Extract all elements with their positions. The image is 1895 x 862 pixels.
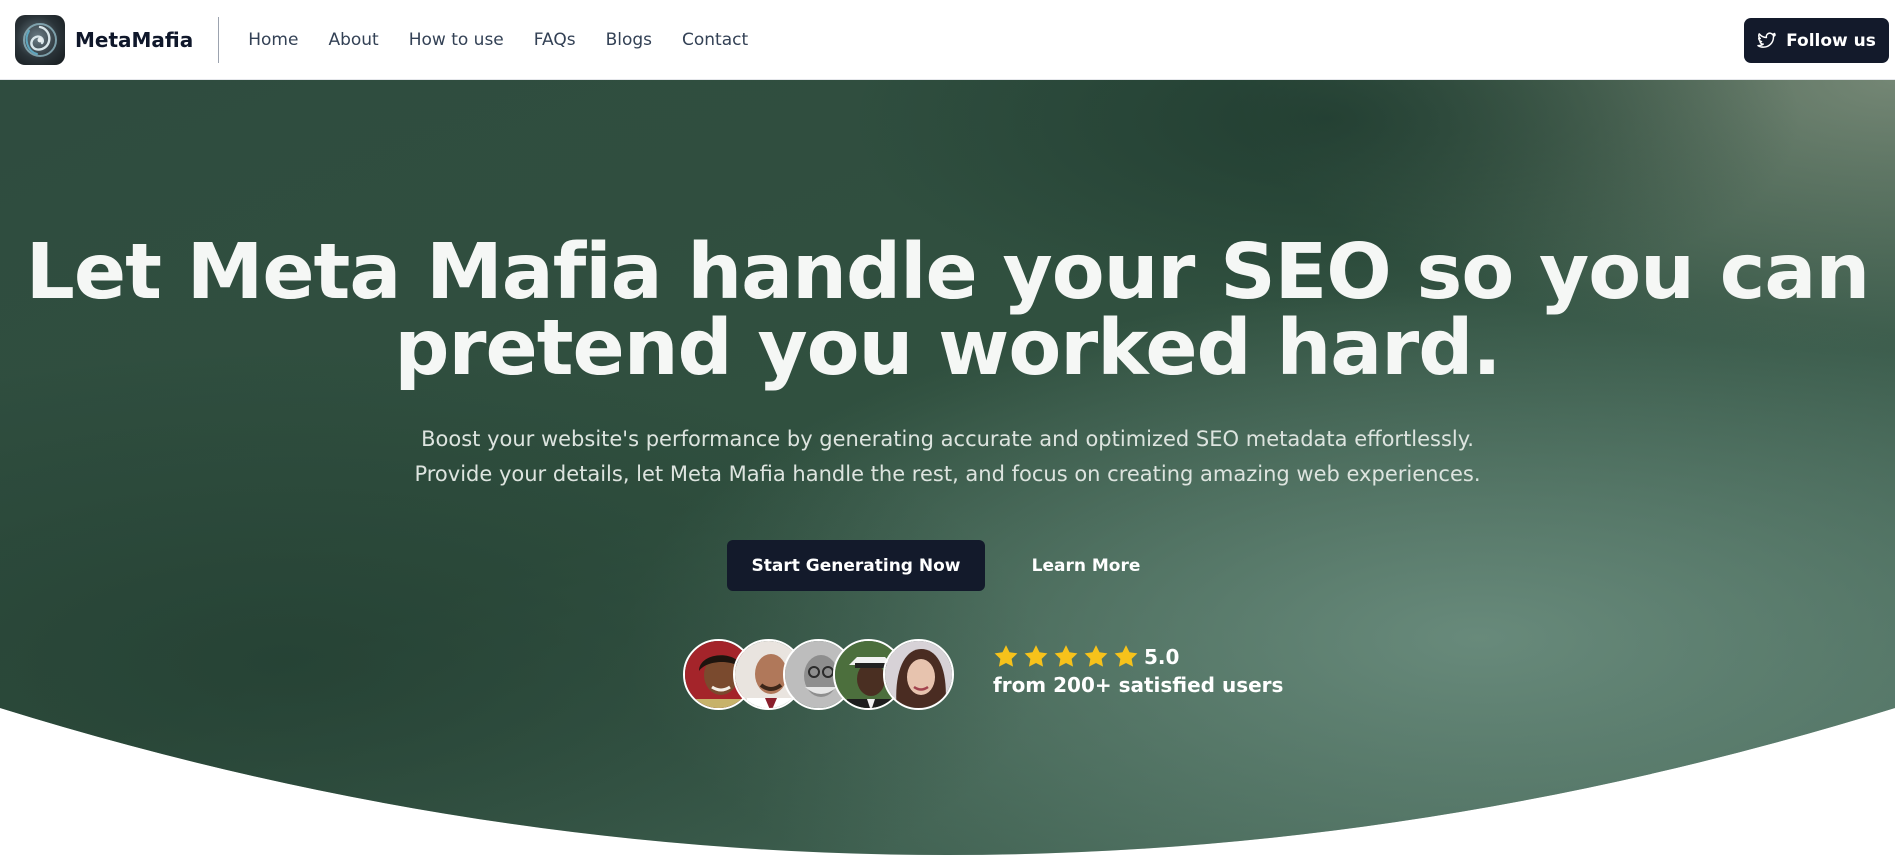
hero-subtitle-line-2: Provide your details, let Meta Mafia han… — [414, 462, 1481, 486]
star-icon — [1114, 645, 1138, 667]
star-icon — [1054, 645, 1078, 667]
nav-link-how-to-use[interactable]: How to use — [409, 30, 504, 50]
user-avatars — [683, 639, 955, 711]
star-icon — [994, 645, 1018, 667]
nav-link-faqs[interactable]: FAQs — [534, 30, 576, 50]
swirl-logo-icon — [15, 14, 65, 65]
star-icon — [1024, 645, 1048, 667]
rating-value: 5.0 — [1144, 644, 1180, 669]
nav-link-contact[interactable]: Contact — [682, 30, 748, 50]
rating-block: 5.0 from 200+ satisfied users — [993, 644, 1284, 698]
hero-title: Let Meta Mafia handle your SEO so you ca… — [25, 228, 1870, 393]
top-navbar: MetaMafia Home About How to use FAQs Blo… — [0, 0, 1895, 80]
follow-us-button[interactable]: Follow us — [1744, 18, 1889, 63]
nav-link-home[interactable]: Home — [248, 30, 298, 50]
nav-links: Home About How to use FAQs Blogs Contact — [233, 30, 763, 50]
rating-caption: from 200+ satisfied users — [993, 673, 1284, 697]
brand[interactable]: MetaMafia — [15, 14, 194, 65]
learn-more-button[interactable]: Learn More — [1010, 540, 1162, 591]
star-icon — [1084, 645, 1108, 667]
avatar — [883, 639, 954, 710]
brand-name: MetaMafia — [75, 27, 194, 52]
star-rating: 5.0 — [993, 644, 1283, 669]
hero-section: Let Meta Mafia handle your SEO so you ca… — [0, 80, 1895, 862]
start-generating-button[interactable]: Start Generating Now — [727, 540, 985, 591]
nav-divider — [218, 16, 220, 63]
follow-us-label: Follow us — [1786, 30, 1876, 51]
nav-link-about[interactable]: About — [328, 30, 378, 50]
hero-subtitle: Boost your website's performance by gene… — [0, 422, 1895, 492]
nav-link-blogs[interactable]: Blogs — [606, 30, 652, 50]
hero-subtitle-line-1: Boost your website's performance by gene… — [421, 427, 1474, 451]
twitter-bird-icon — [1757, 31, 1777, 48]
